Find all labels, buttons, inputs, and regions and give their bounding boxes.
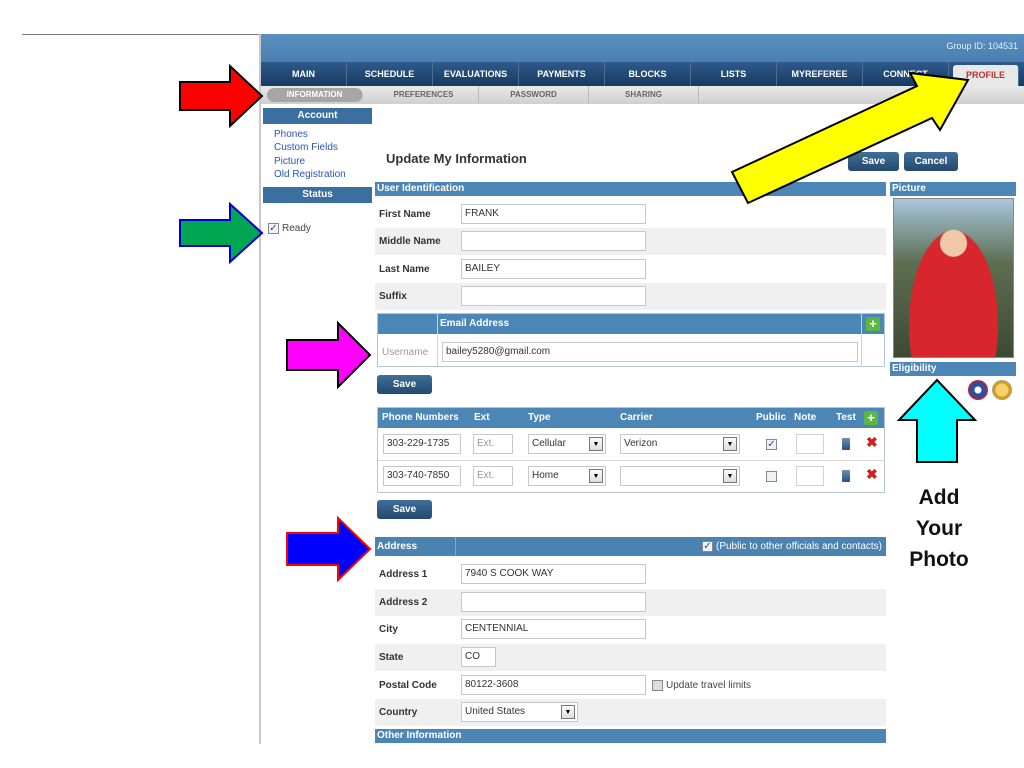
annotation-line-2: Your — [915, 517, 963, 540]
annotation-line-1: Add — [918, 486, 960, 509]
add-photo-annotation: Add Your Photo — [889, 482, 989, 575]
annotation-line-3: Photo — [909, 548, 969, 571]
annotation-arrows — [179, 63, 978, 583]
